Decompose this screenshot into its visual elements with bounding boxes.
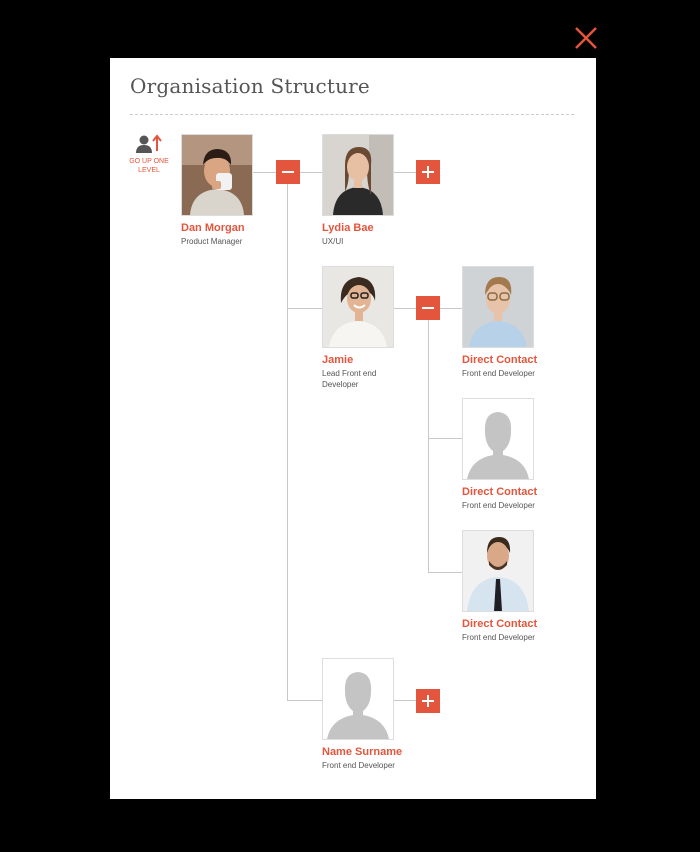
collapse-button[interactable]	[276, 160, 300, 184]
title-divider	[130, 114, 574, 115]
person-card[interactable]: Direct Contact Front end Developer	[462, 266, 572, 379]
person-card[interactable]: Jamie Lead Front end Developer	[322, 266, 432, 390]
go-up-button[interactable]: GO UP ONE LEVEL	[122, 134, 176, 175]
close-icon[interactable]	[572, 24, 600, 52]
avatar-placeholder	[322, 658, 394, 740]
go-up-label: GO UP ONE LEVEL	[129, 158, 169, 174]
person-card[interactable]: Name Surname Front end Developer	[322, 658, 432, 771]
person-name: Direct Contact	[462, 618, 538, 630]
person-card[interactable]: Direct Contact Front end Developer	[462, 398, 572, 511]
person-name: Name Surname	[322, 746, 403, 758]
person-name: Direct Contact	[462, 486, 538, 498]
person-name: Lydia Bae	[322, 222, 374, 234]
person-role: Lead Front end Developer	[322, 369, 377, 389]
person-name: Dan Morgan	[181, 222, 245, 234]
person-card[interactable]: Direct Contact Front end Developer	[462, 530, 572, 643]
collapse-button[interactable]	[416, 296, 440, 320]
connector	[287, 700, 322, 701]
person-card[interactable]: Lydia Bae UX/UI	[322, 134, 432, 247]
avatar	[322, 134, 394, 216]
org-structure-modal: Organisation Structure GO UP ONE LEVEL D…	[110, 58, 596, 799]
person-role: Front end Developer	[462, 501, 535, 510]
person-card-root[interactable]: Dan Morgan Product Manager	[181, 134, 291, 247]
avatar	[462, 530, 534, 612]
connector	[428, 572, 462, 573]
expand-button[interactable]	[416, 689, 440, 713]
person-role: Product Manager	[181, 237, 243, 246]
avatar	[462, 266, 534, 348]
connector	[287, 308, 322, 309]
person-role: UX/UI	[322, 237, 344, 246]
person-role: Front end Developer	[462, 633, 535, 642]
person-role: Front end Developer	[322, 761, 395, 770]
avatar-placeholder	[462, 398, 534, 480]
person-name: Direct Contact	[462, 354, 538, 366]
person-name: Jamie	[322, 354, 354, 366]
go-up-level-icon	[136, 134, 162, 153]
connector	[428, 438, 462, 439]
page-title: Organisation Structure	[130, 74, 370, 98]
person-role: Front end Developer	[462, 369, 535, 378]
expand-button[interactable]	[416, 160, 440, 184]
connector	[287, 172, 288, 700]
avatar	[322, 266, 394, 348]
avatar	[181, 134, 253, 216]
